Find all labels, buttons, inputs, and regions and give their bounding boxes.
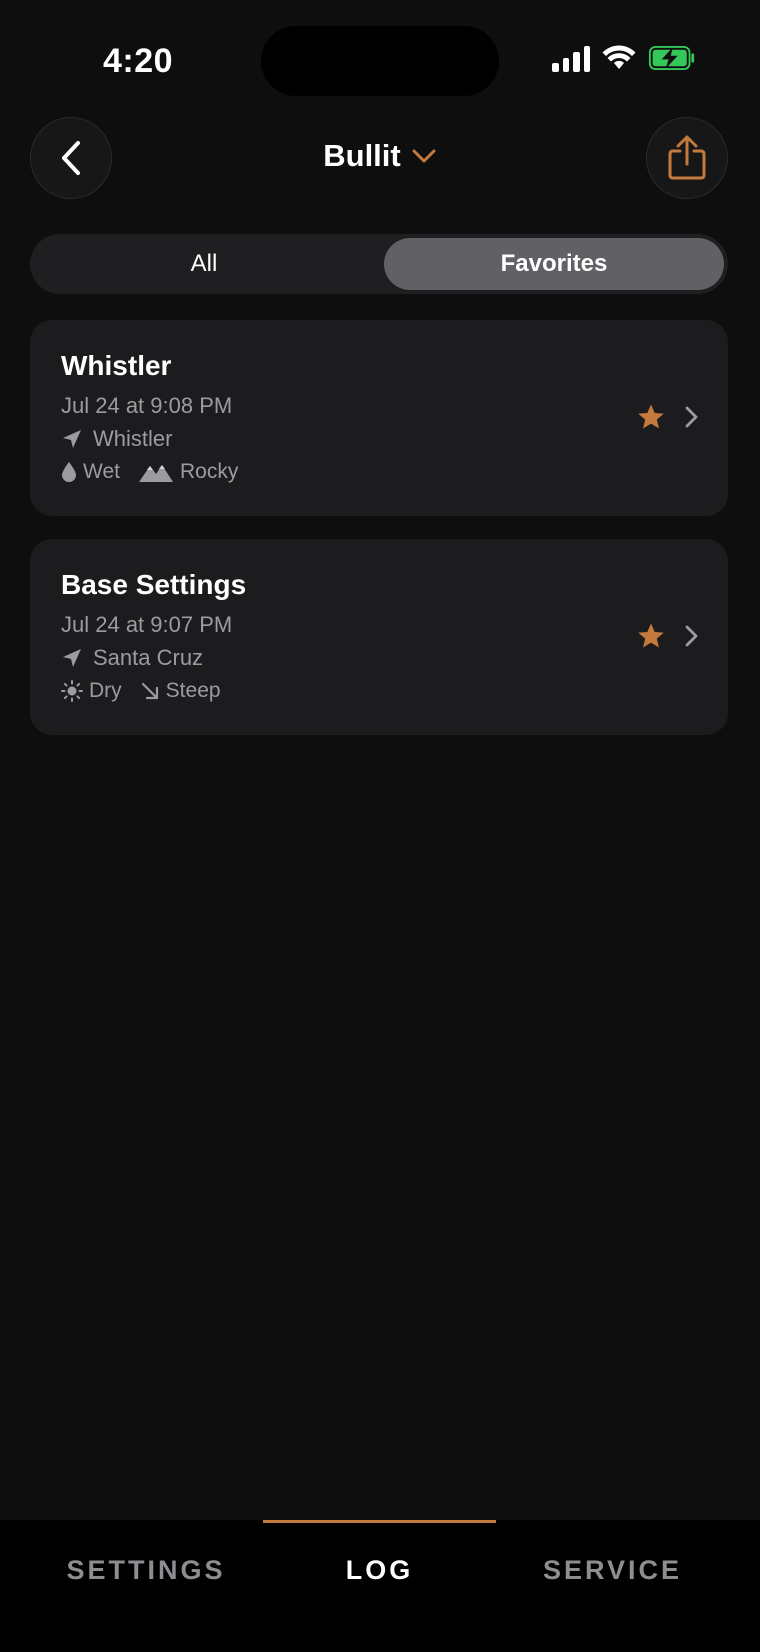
chevron-right-icon bbox=[685, 406, 698, 428]
bottom-tab-bar: SETTINGS LOG SERVICE bbox=[0, 1520, 760, 1652]
status-icons bbox=[552, 44, 696, 72]
page-title: Bullit bbox=[323, 138, 401, 173]
active-tab-indicator bbox=[263, 1520, 496, 1523]
terrain-tag: Steep bbox=[140, 679, 221, 703]
terrain-label: Rocky bbox=[179, 460, 239, 483]
entry-title: Whistler bbox=[61, 350, 172, 381]
entry-date: Jul 24 at 9:08 PM bbox=[61, 393, 233, 418]
terrain-tag: Rocky bbox=[138, 460, 238, 484]
screen: 4:20 Bullit All Favorites Whistler Jul 2… bbox=[0, 0, 760, 1652]
sun-icon bbox=[61, 680, 83, 702]
entry-tags: Dry Steep bbox=[61, 679, 231, 703]
log-entry-card[interactable]: Whistler Jul 24 at 9:08 PM Whistler Wet … bbox=[30, 320, 728, 516]
entry-location: Santa Cruz bbox=[61, 645, 203, 671]
entry-tags: Wet Rocky bbox=[61, 460, 248, 484]
segment-all[interactable]: All bbox=[34, 238, 374, 290]
terrain-label: Steep bbox=[165, 679, 221, 702]
status-bar: 4:20 bbox=[0, 0, 760, 120]
mountains-icon bbox=[138, 465, 173, 482]
share-icon bbox=[668, 135, 706, 180]
entry-date: Jul 24 at 9:07 PM bbox=[61, 612, 233, 637]
condition-label: Wet bbox=[83, 460, 120, 483]
tab-service[interactable]: SERVICE bbox=[496, 1534, 729, 1606]
segment-favorites[interactable]: Favorites bbox=[384, 238, 724, 290]
arrow-down-right-icon bbox=[141, 682, 158, 700]
entry-title: Base Settings bbox=[61, 569, 247, 600]
favorite-star-icon[interactable] bbox=[637, 403, 665, 431]
status-time: 4:20 bbox=[103, 42, 174, 80]
condition-label: Dry bbox=[89, 679, 122, 702]
tab-settings[interactable]: SETTINGS bbox=[30, 1534, 262, 1606]
battery-charging-icon bbox=[648, 46, 695, 70]
condition-tag: Dry bbox=[61, 679, 122, 703]
cellular-signal-icon bbox=[552, 44, 590, 72]
condition-tag: Wet bbox=[61, 460, 120, 484]
entry-location-label: Whistler bbox=[93, 426, 173, 451]
dynamic-island bbox=[261, 26, 499, 96]
entry-location-label: Santa Cruz bbox=[93, 645, 204, 670]
location-arrow-icon bbox=[63, 649, 81, 667]
chevron-right-icon bbox=[685, 625, 698, 647]
drop-icon bbox=[62, 462, 76, 482]
location-arrow-icon bbox=[63, 430, 81, 448]
share-button[interactable] bbox=[646, 117, 728, 199]
tab-log[interactable]: LOG bbox=[263, 1534, 496, 1606]
favorite-star-icon[interactable] bbox=[637, 622, 665, 650]
log-entry-card[interactable]: Base Settings Jul 24 at 9:07 PM Santa Cr… bbox=[30, 539, 728, 735]
chevron-down-icon bbox=[412, 149, 436, 163]
entry-location: Whistler bbox=[61, 426, 172, 452]
wifi-icon bbox=[602, 45, 636, 69]
filter-segmented-control: All Favorites bbox=[30, 234, 728, 294]
